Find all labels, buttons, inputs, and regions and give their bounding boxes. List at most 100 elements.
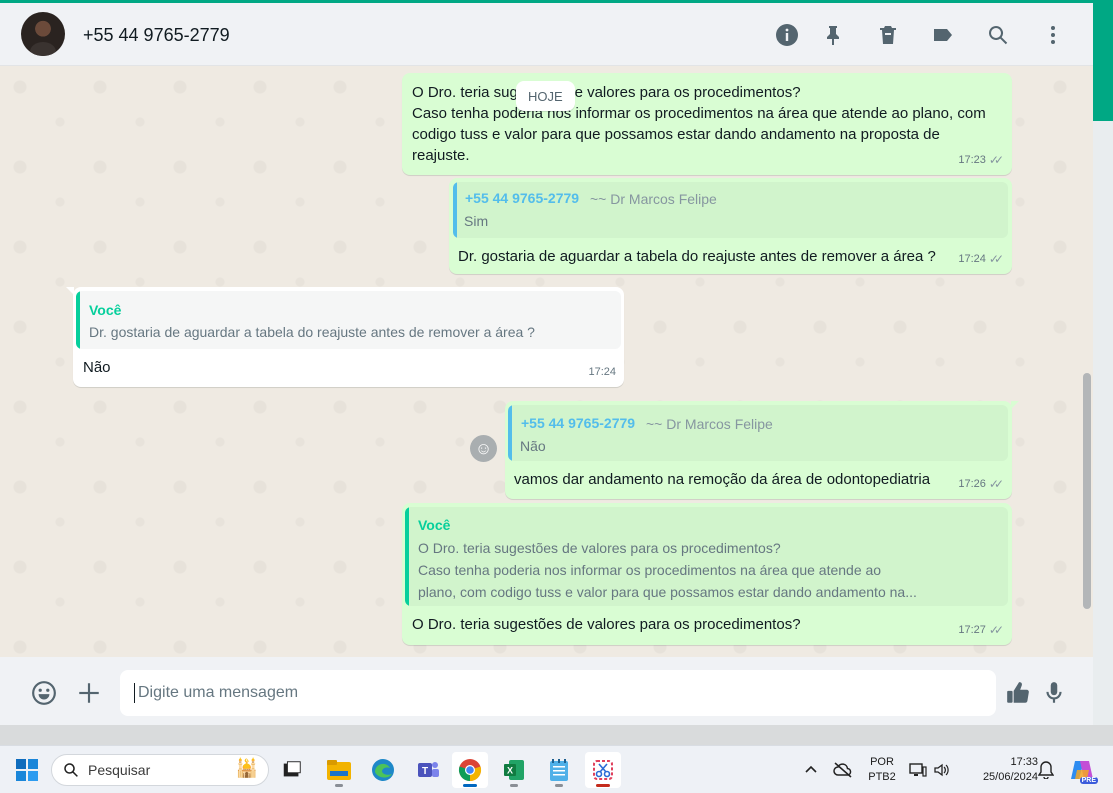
quote-author: +55 44 9765-2779: [521, 415, 636, 431]
composer: [0, 657, 1093, 725]
quoted-message[interactable]: +55 44 9765-2779 ~~ Dr Marcos Felipe Não: [508, 405, 1008, 461]
message-bubble-outgoing[interactable]: +55 44 9765-2779 ~~ Dr Marcos Felipe Sim…: [449, 178, 1012, 274]
notepad-icon[interactable]: [541, 752, 577, 788]
search-icon: [64, 763, 78, 777]
search-icon[interactable]: [985, 22, 1011, 48]
running-indicator: [596, 784, 610, 787]
input-language[interactable]: POR PTB2: [866, 755, 898, 785]
running-indicator: [463, 784, 477, 787]
taskbar-search-placeholder: Pesquisar: [88, 762, 151, 778]
edge-icon[interactable]: [365, 752, 401, 788]
label-icon[interactable]: [930, 22, 956, 48]
window-right-gutter: [1093, 3, 1113, 725]
quote-author-pushname: ~~ Dr Marcos Felipe: [646, 416, 773, 432]
accent-strip: [1093, 3, 1113, 121]
read-receipt-icon: ✓✓: [988, 477, 1004, 491]
network-icon[interactable]: [906, 752, 930, 788]
message-time: 17:27: [958, 624, 986, 636]
quote-text: Sim: [464, 213, 489, 229]
volume-icon[interactable]: [930, 752, 954, 788]
chat-header: +55 44 9765-2779: [0, 3, 1093, 66]
message-time: 17:26: [958, 478, 986, 490]
system-clock[interactable]: 17:33 25/06/2024: [962, 755, 1038, 785]
conversation-scrollbar[interactable]: [1083, 373, 1091, 609]
contact-name[interactable]: +55 44 9765-2779: [83, 25, 230, 46]
message-time: 17:24: [958, 253, 986, 265]
running-indicator: [335, 784, 343, 787]
message-text: Dr. gostaria de aguardar a tabela do rea…: [458, 248, 936, 265]
message-text: Não: [83, 359, 111, 376]
message-meta: 17:26 ✓✓: [958, 474, 1004, 495]
quoted-message[interactable]: Você Dr. gostaria de aguardar a tabela d…: [76, 291, 621, 349]
mic-icon[interactable]: [1040, 679, 1068, 707]
read-receipt-icon: ✓✓: [988, 623, 1004, 637]
message-bubble-outgoing[interactable]: +55 44 9765-2779 ~~ Dr Marcos Felipe Não…: [505, 401, 1019, 499]
chrome-icon[interactable]: [452, 752, 488, 788]
delete-icon[interactable]: [875, 22, 901, 48]
svg-text:T: T: [422, 766, 428, 777]
attach-plus-icon[interactable]: [75, 679, 103, 707]
clock-date: 25/06/2024: [982, 771, 1038, 783]
like-icon[interactable]: [1004, 679, 1032, 707]
svg-text:X: X: [507, 766, 513, 776]
info-icon[interactable]: [774, 22, 800, 48]
message-meta: 17:24: [588, 362, 616, 383]
copilot-icon[interactable]: PRE: [1066, 752, 1098, 788]
message-meta: 17:27 ✓✓: [958, 620, 1004, 641]
message-time: 17:23: [958, 154, 986, 166]
running-indicator: [555, 784, 563, 787]
notification-bell-icon[interactable]: [1033, 752, 1059, 788]
quote-author-pushname: ~~ Dr Marcos Felipe: [590, 191, 717, 207]
message-bubble-incoming[interactable]: Você Dr. gostaria de aguardar a tabela d…: [66, 287, 624, 387]
windows-taskbar: Pesquisar 🕌 T X POR PTB2 17:33 25/06/202…: [0, 745, 1113, 793]
read-receipt-icon: ✓✓: [988, 153, 1004, 167]
menu-icon[interactable]: [1040, 22, 1066, 48]
message-bubble-outgoing[interactable]: O Dro. teria sugestões de valores para o…: [402, 73, 1012, 175]
message-text: vamos dar andamento na remoção da área d…: [514, 471, 931, 488]
message-text: O Dro. teria sugestões de valores para o…: [412, 616, 801, 633]
conversation-panel[interactable]: O Dro. teria sugestões de valores para o…: [0, 67, 1093, 657]
file-explorer-icon[interactable]: [321, 752, 357, 788]
emoji-icon[interactable]: [30, 679, 58, 707]
running-indicator: [510, 784, 518, 787]
quote-author: Você: [418, 517, 451, 533]
message-meta: 17:23 ✓✓: [958, 150, 1004, 171]
whatsapp-app: +55 44 9765-2779 O Dro. teria sugestões …: [0, 3, 1093, 725]
cloud-offline-icon[interactable]: [828, 752, 858, 788]
react-emoji-button[interactable]: ☺: [470, 435, 497, 462]
search-highlight-icon: 🕌: [235, 758, 258, 778]
quote-bar: [508, 405, 512, 461]
quote-text: Dr. gostaria de aguardar a tabela do rea…: [89, 324, 535, 340]
copilot-badge: PRE: [1079, 777, 1098, 784]
pin-icon[interactable]: [820, 22, 846, 48]
contact-avatar[interactable]: [21, 12, 65, 56]
keyboard-layout: PTB2: [868, 771, 896, 783]
windows-start-icon[interactable]: [9, 752, 45, 788]
message-time: 17:24: [588, 366, 616, 378]
quote-author: +55 44 9765-2779: [465, 190, 580, 206]
message-text: O Dro. teria sugestões de valores para o…: [412, 84, 986, 164]
clock-time: 17:33: [1010, 756, 1038, 768]
smiley-icon: ☺: [474, 439, 493, 458]
quoted-message[interactable]: Você O Dro. teria sugestões de valores p…: [405, 507, 1008, 606]
message-bubble-outgoing[interactable]: Você O Dro. teria sugestões de valores p…: [402, 503, 1012, 645]
message-input[interactable]: [120, 670, 996, 716]
taskbar-search[interactable]: Pesquisar 🕌: [51, 754, 269, 786]
quote-bar: [76, 291, 80, 349]
quote-bar: [453, 182, 457, 238]
message-meta: 17:24 ✓✓: [958, 249, 1004, 270]
task-view-icon[interactable]: [274, 752, 310, 788]
language-code: POR: [870, 756, 894, 768]
excel-icon[interactable]: X: [496, 752, 532, 788]
text-cursor: [134, 683, 135, 703]
snipping-tool-icon[interactable]: [585, 752, 621, 788]
quote-text: Não: [520, 438, 546, 454]
date-divider: HOJE: [516, 81, 575, 111]
quote-author: Você: [89, 302, 122, 318]
tray-overflow-chevron-icon[interactable]: [796, 752, 826, 788]
quote-text: O Dro. teria sugestões de valores para o…: [418, 540, 917, 600]
read-receipt-icon: ✓✓: [988, 252, 1004, 266]
quote-bar: [405, 507, 409, 606]
teams-icon[interactable]: T: [410, 752, 446, 788]
quoted-message[interactable]: +55 44 9765-2779 ~~ Dr Marcos Felipe Sim: [453, 182, 1008, 238]
